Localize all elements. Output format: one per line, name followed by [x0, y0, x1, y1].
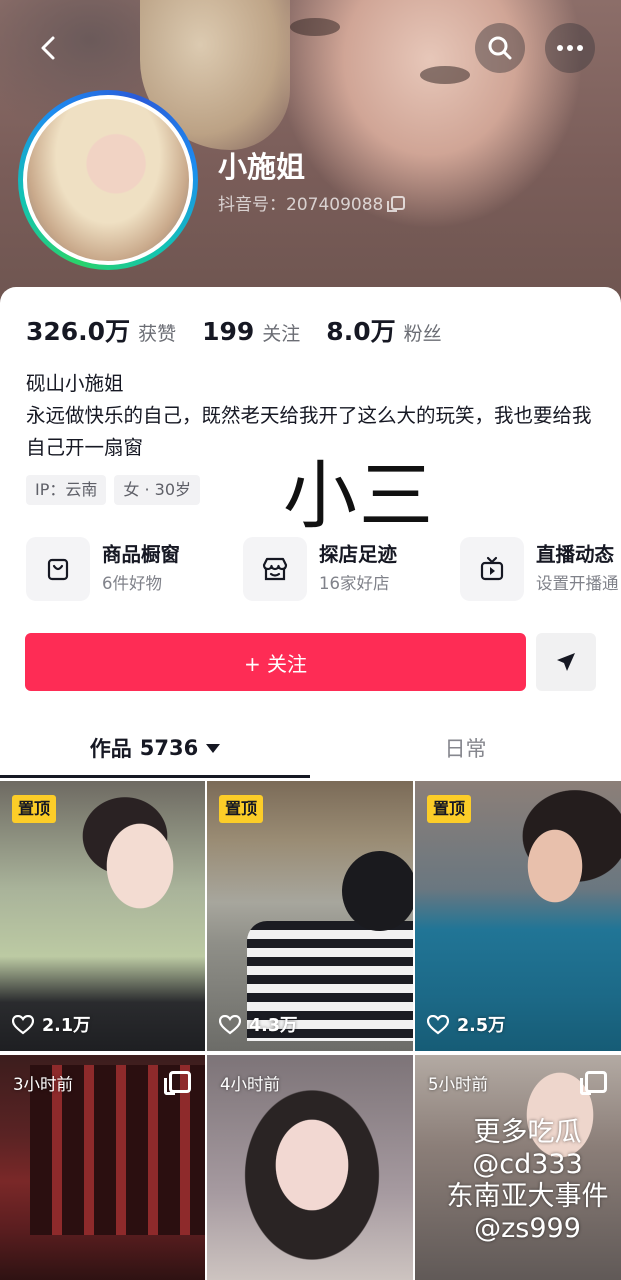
- multi-image-icon: [164, 1071, 191, 1095]
- douyin-id[interactable]: 抖音号：207409088: [218, 190, 406, 215]
- heart-icon: [12, 1014, 34, 1034]
- video-thumbnail[interactable]: 4小时前: [207, 1055, 413, 1280]
- followers-count[interactable]: 8.0万: [326, 312, 395, 348]
- watermark-line: @cd333: [472, 1149, 583, 1180]
- video-likes-count: 2.1万: [42, 1016, 91, 1036]
- heart-icon: [219, 1014, 241, 1034]
- feature-live[interactable]: 直播动态 设置开播通: [460, 537, 621, 601]
- video-likes-count: 4.3万: [249, 1016, 298, 1036]
- pinned-badge: 置顶: [12, 795, 57, 823]
- back-button[interactable]: [24, 23, 74, 73]
- feature-title: 探店足迹: [319, 543, 398, 566]
- store-icon: [243, 537, 307, 601]
- feature-store-visits[interactable]: 探店足迹 16家好店: [243, 537, 460, 601]
- video-likes: 2.1万: [12, 1012, 91, 1037]
- gender-age-tag: 女 · 30岁: [114, 475, 200, 505]
- feature-shop-window[interactable]: 商品橱窗 6件好物: [26, 537, 243, 601]
- multi-image-icon: [580, 1071, 607, 1095]
- feature-title: 直播动态: [536, 543, 615, 566]
- chevron-left-icon: [41, 36, 55, 60]
- watermark-text: 更多吃瓜 @cd333 东南亚大事件 @zs999: [440, 1117, 615, 1245]
- search-button[interactable]: [475, 23, 525, 73]
- post-time: 5小时前: [428, 1075, 488, 1094]
- caret-down-icon: [206, 743, 221, 753]
- tab-daily-label: 日常: [444, 737, 487, 761]
- copy-icon[interactable]: [387, 195, 406, 212]
- send-icon: [557, 653, 575, 671]
- tab-daily[interactable]: 日常: [310, 722, 621, 774]
- pinned-badge: 置顶: [219, 795, 264, 823]
- post-time: 4小时前: [220, 1075, 280, 1094]
- video-thumbnail[interactable]: 置顶 2.5万: [415, 781, 621, 1051]
- content-tabs: 作品 5736 日常: [0, 722, 621, 780]
- banner-photo-eye: [420, 66, 470, 84]
- banner-photo-eye: [290, 18, 340, 36]
- following-label[interactable]: 关注: [262, 319, 300, 346]
- overlay-text: 小三: [283, 453, 435, 539]
- video-thumbnail[interactable]: 置顶 2.1万: [0, 781, 205, 1051]
- video-thumbnail[interactable]: 置顶 4.3万: [207, 781, 413, 1051]
- feature-title: 商品橱窗: [102, 543, 181, 566]
- more-dots-icon: [557, 45, 583, 51]
- ip-tag: IP：云南: [26, 475, 107, 505]
- bio-line: 砚山小施姐: [26, 372, 124, 395]
- avatar[interactable]: [18, 90, 198, 270]
- likes-label: 获赞: [138, 323, 177, 345]
- tab-works[interactable]: 作品 5736: [0, 722, 310, 774]
- tab-works-label: 作品: [89, 737, 132, 761]
- follow-button[interactable]: + 关注: [25, 633, 526, 691]
- follow-button-label: + 关注: [243, 651, 308, 676]
- post-time: 3小时前: [13, 1075, 73, 1094]
- douyin-id-text: 抖音号：207409088: [218, 195, 384, 215]
- bag-icon: [26, 537, 90, 601]
- video-likes: 2.5万: [427, 1012, 506, 1037]
- video-thumbnail[interactable]: 3小时前: [0, 1055, 205, 1280]
- pinned-badge: 置顶: [427, 795, 472, 823]
- video-likes-count: 2.5万: [457, 1016, 506, 1036]
- profile-name: 小施姐: [218, 150, 306, 184]
- tv-icon: [460, 537, 524, 601]
- watermark-line: @zs999: [474, 1213, 581, 1244]
- feature-subtitle: 设置开播通: [536, 574, 619, 593]
- video-likes: 4.3万: [219, 1012, 298, 1037]
- following-count[interactable]: 199: [202, 317, 254, 346]
- stats-row: 326.0万 获赞 199 关注 8.0万 粉丝: [26, 312, 468, 346]
- avatar-photo: [23, 95, 193, 265]
- tab-works-count: 5736: [139, 736, 199, 760]
- followers-label[interactable]: 粉丝: [404, 319, 442, 346]
- tab-active-indicator: [0, 775, 310, 778]
- thumbnail-photo: [342, 851, 413, 931]
- more-button[interactable]: [545, 23, 595, 73]
- profile-tags: IP：云南 女 · 30岁: [26, 475, 200, 505]
- likes-count: 326.0万: [26, 317, 131, 346]
- feature-subtitle: 16家好店: [319, 574, 390, 593]
- feature-subtitle: 6件好物: [102, 574, 162, 593]
- heart-icon: [427, 1014, 449, 1034]
- share-button[interactable]: [536, 633, 596, 691]
- watermark-line: 东南亚大事件: [446, 1181, 609, 1212]
- search-icon: [488, 36, 512, 60]
- watermark-line: 更多吃瓜: [473, 1117, 582, 1148]
- feature-row: 商品橱窗 6件好物 探店足迹 16家好店 直播动态 设置开播通: [26, 537, 621, 601]
